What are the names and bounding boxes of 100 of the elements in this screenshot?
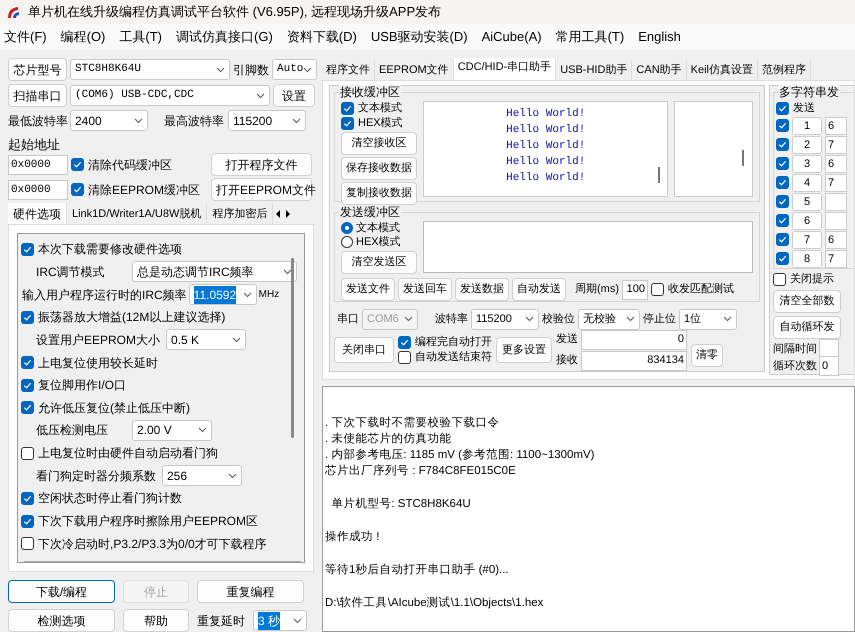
button[interactable]: 自动发送 xyxy=(512,278,566,301)
checkbox[interactable] xyxy=(21,492,34,505)
menu-item[interactable]: 常用工具(T) xyxy=(556,27,624,47)
input-field[interactable]: 100 xyxy=(622,280,648,300)
tab[interactable]: CDC/HID-串口助手 xyxy=(454,58,556,80)
button[interactable]: 3 xyxy=(792,154,822,172)
checkbox[interactable] xyxy=(776,102,789,115)
button[interactable]: 芯片型号 xyxy=(8,58,67,81)
input-field[interactable]: 7 xyxy=(825,174,847,192)
checkbox[interactable] xyxy=(776,214,789,227)
dropdown[interactable]: Auto xyxy=(272,59,317,80)
button[interactable]: 1 xyxy=(792,116,822,134)
checkbox[interactable] xyxy=(776,119,789,132)
tab[interactable]: 硬件选项 xyxy=(8,202,67,224)
button[interactable]: 7 xyxy=(792,230,822,248)
checkbox[interactable] xyxy=(651,283,664,296)
button[interactable]: 下载/编程 xyxy=(8,580,115,603)
button[interactable]: 自动循环发 xyxy=(773,316,841,338)
checkbox[interactable] xyxy=(21,514,34,528)
button[interactable]: 打开程序文件 xyxy=(211,153,312,176)
button[interactable]: 帮助 xyxy=(123,609,189,632)
button[interactable]: 更多设置 xyxy=(496,337,552,363)
dropdown[interactable]: 3 秒 xyxy=(253,610,307,631)
receive-text-area[interactable]: Hello World! Hello World! Hello World! Hello World! Hello World! xyxy=(423,101,668,197)
button[interactable]: 清空全部数 xyxy=(773,290,841,312)
button[interactable]: 5 xyxy=(792,192,822,210)
menu-item[interactable]: 资料下载(D) xyxy=(286,27,357,47)
menu-item[interactable]: English xyxy=(638,27,681,47)
menu-item[interactable]: USB驱动安装(D) xyxy=(370,27,468,47)
button[interactable]: 4 xyxy=(792,174,822,192)
button[interactable]: 发送数据 xyxy=(455,278,509,301)
dropdown[interactable]: 1位 xyxy=(679,308,737,330)
input-field[interactable]: 7 xyxy=(825,136,847,154)
checkbox[interactable] xyxy=(776,176,789,189)
checkbox[interactable] xyxy=(341,116,354,130)
input-field[interactable]: 7 xyxy=(825,250,847,268)
button[interactable]: 关闭串口 xyxy=(334,337,394,363)
button[interactable]: 清零 xyxy=(691,344,723,367)
checkbox[interactable] xyxy=(21,446,34,460)
button[interactable]: 发送回车 xyxy=(398,278,452,301)
input-field[interactable]: 0 xyxy=(819,356,839,376)
checkbox[interactable] xyxy=(776,157,789,170)
checkbox[interactable] xyxy=(21,401,34,414)
button[interactable]: 扫描串口 xyxy=(8,84,67,107)
checkbox[interactable] xyxy=(776,195,789,208)
button[interactable]: 清空发送区 xyxy=(341,251,417,274)
checkbox[interactable] xyxy=(776,233,789,246)
checkbox[interactable] xyxy=(21,537,34,550)
dropdown[interactable]: 总是动态调节IRC频率 xyxy=(132,261,297,282)
check-icon xyxy=(23,312,32,322)
dropdown[interactable]: 2400 xyxy=(70,110,148,132)
checkbox[interactable] xyxy=(71,183,84,196)
button[interactable]: 保存接收数据 xyxy=(341,157,417,180)
checkbox-label: 清除EEPROM缓冲区 xyxy=(88,182,200,199)
menu-item[interactable]: AiCube(A) xyxy=(482,27,542,47)
checkbox[interactable] xyxy=(341,102,354,114)
checkbox[interactable] xyxy=(21,378,34,392)
menu-item[interactable]: 调试仿真接口(G) xyxy=(176,27,273,47)
button[interactable]: 2 xyxy=(792,136,822,154)
checkbox[interactable] xyxy=(776,252,789,265)
checkbox-label: 复位脚用作I/O口 xyxy=(38,377,126,394)
dropdown[interactable]: 无校验 xyxy=(578,308,640,330)
dropdown[interactable]: 115200 xyxy=(471,308,539,330)
button[interactable]: 8 xyxy=(792,250,822,268)
dropdown[interactable]: (COM6) USB-CDC,CDC xyxy=(70,85,270,106)
button[interactable]: 6 xyxy=(792,212,822,230)
button[interactable]: 检测选项 xyxy=(8,609,115,632)
radio-button[interactable] xyxy=(341,236,353,248)
checkbox[interactable] xyxy=(71,158,84,172)
checkbox[interactable] xyxy=(21,310,34,324)
input-field[interactable] xyxy=(825,192,847,210)
input-field[interactable]: 0x0000 xyxy=(8,154,68,175)
input-field[interactable]: 6 xyxy=(825,116,847,134)
checkbox[interactable] xyxy=(398,336,411,349)
button[interactable]: 重复编程 xyxy=(197,580,304,603)
dropdown[interactable]: 115200 xyxy=(228,110,306,132)
checkbox[interactable] xyxy=(773,272,786,286)
button[interactable]: 发送文件 xyxy=(341,278,395,301)
input-field[interactable]: 6 xyxy=(825,230,847,248)
dropdown[interactable]: 256 xyxy=(162,465,242,486)
button[interactable]: 复制接收数据 xyxy=(341,182,417,205)
checkbox[interactable] xyxy=(398,351,411,364)
button[interactable]: 清空接收区 xyxy=(341,132,417,155)
dropdown[interactable]: 2.00 V xyxy=(132,420,212,441)
radio-button[interactable] xyxy=(341,222,353,234)
dropdown[interactable]: 11.0592 xyxy=(188,284,257,306)
checkbox[interactable] xyxy=(21,356,34,370)
checkbox[interactable] xyxy=(21,242,34,256)
input-field[interactable] xyxy=(825,212,847,230)
checkbox[interactable] xyxy=(776,138,789,151)
dropdown[interactable]: STC8H8K64U xyxy=(70,59,230,80)
button[interactable]: 设置 xyxy=(273,84,315,107)
menu-item[interactable]: 文件(F) xyxy=(4,27,47,47)
input-field[interactable]: 0 xyxy=(581,330,687,350)
menu-item[interactable]: 工具(T) xyxy=(119,27,162,47)
dropdown[interactable]: 0.5 K xyxy=(166,329,246,350)
input-field[interactable]: 6 xyxy=(825,154,847,172)
menu-item[interactable]: 编程(O) xyxy=(60,27,106,47)
input-field[interactable]: 0x0000 xyxy=(8,180,68,200)
input-field[interactable]: 834134 xyxy=(581,350,687,370)
